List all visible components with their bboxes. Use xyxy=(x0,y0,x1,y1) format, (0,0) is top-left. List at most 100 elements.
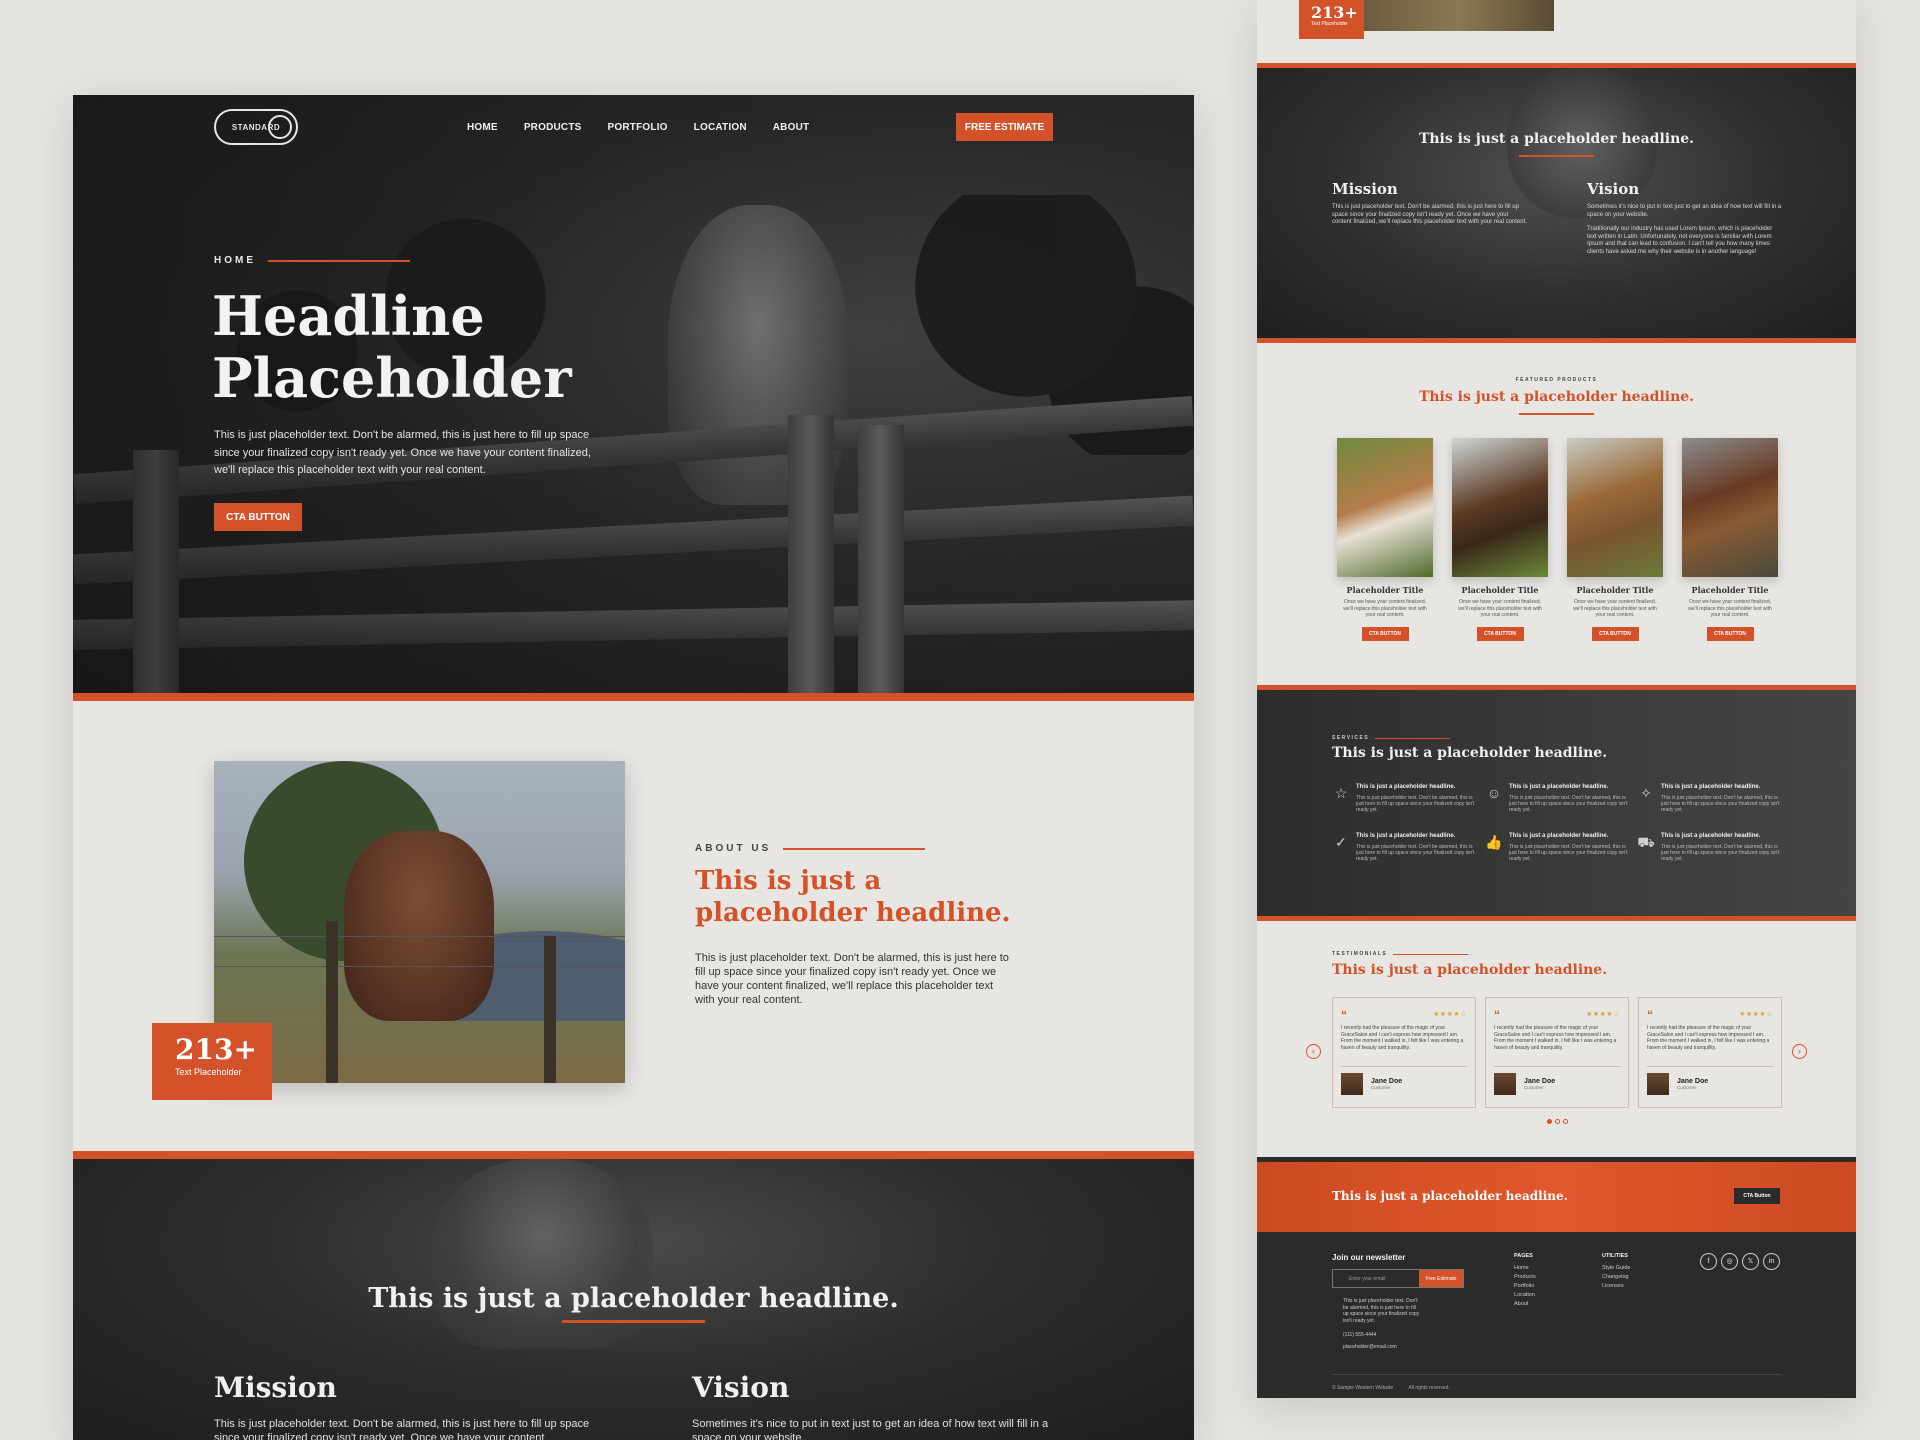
pony-photo xyxy=(1337,438,1433,577)
nav-about[interactable]: ABOUT xyxy=(773,122,810,133)
calf-photo xyxy=(1682,438,1778,577)
footer-pages: PAGES Home Products Portfolio Location A… xyxy=(1514,1253,1536,1309)
hero-eyebrow: HOME xyxy=(214,255,410,266)
carousel-dot[interactable] xyxy=(1555,1119,1560,1124)
mission-vision-section: This is just a placeholder headline. Mis… xyxy=(73,1159,1194,1440)
carousel-dot[interactable] xyxy=(1563,1119,1568,1124)
about-headline: This is just a placeholder headline. xyxy=(695,866,1011,928)
product-title: Placeholder Title xyxy=(1346,585,1424,595)
testimonial-card: “ ★★★★☆ I recently had the pleasure of t… xyxy=(1638,997,1782,1108)
vision-text-small: Sometimes it's nice to put in text just … xyxy=(1587,204,1782,218)
about-snippet: 213+ Text Placeholder xyxy=(1257,0,1856,63)
product-title: Placeholder Title xyxy=(1576,585,1654,595)
service-item: ✧ This is just a placeholder headline. Th… xyxy=(1637,784,1782,813)
vision-text: Sometimes it's nice to put in text just … xyxy=(692,1418,1049,1440)
footer-link[interactable]: Licenses xyxy=(1602,1282,1630,1291)
product-card[interactable]: Placeholder Title Once we have your cont… xyxy=(1682,438,1778,641)
bull-photo xyxy=(214,761,625,1083)
service-item: ☆ This is just a placeholder headline. Th… xyxy=(1332,784,1477,813)
mv-headline-small: This is just a placeholder headline. xyxy=(1418,131,1695,147)
sparkle-icon: ✧ xyxy=(1640,785,1652,801)
product-cta-button[interactable]: CTA BUTTON xyxy=(1706,626,1754,641)
check-badge-icon: ✓ xyxy=(1335,834,1347,850)
newsletter-form: Enter your email Free Estimate xyxy=(1332,1269,1464,1288)
x-twitter-icon[interactable]: 𝕏 xyxy=(1742,1253,1759,1270)
footer-copyright: © Sample Western Website All rights rese… xyxy=(1332,1374,1781,1391)
cow-photo xyxy=(1567,438,1663,577)
section-divider xyxy=(73,1151,1194,1159)
footer-email[interactable]: placeholder@email.com xyxy=(1332,1344,1422,1351)
services-headline: This is just a placeholder headline. xyxy=(1332,745,1608,761)
mv-headline: This is just a placeholder headline. xyxy=(368,1283,899,1314)
avatar xyxy=(1647,1073,1669,1095)
thumbs-up-icon: 👍 xyxy=(1485,834,1503,850)
footer-phone[interactable]: (111) 555-4444 xyxy=(1332,1332,1422,1339)
mission-title: Mission xyxy=(214,1371,337,1404)
product-text: Once we have your content finalized, we'… xyxy=(1573,599,1657,618)
facebook-icon[interactable]: f xyxy=(1700,1253,1717,1270)
email-input[interactable]: Enter your email xyxy=(1333,1270,1419,1287)
service-item: ☺ This is just a placeholder headline. Th… xyxy=(1486,784,1628,813)
avatar xyxy=(1341,1073,1363,1095)
product-cta-button[interactable]: CTA BUTTON xyxy=(1361,626,1409,641)
rating-stars: ★★★★☆ xyxy=(1739,1011,1773,1018)
services-section: SERVICES This is just a placeholder head… xyxy=(1257,690,1856,916)
cta-band-button[interactable]: CTA Button xyxy=(1734,1188,1780,1204)
free-estimate-button[interactable]: FREE ESTIMATE xyxy=(956,113,1053,141)
avatar xyxy=(1494,1073,1516,1095)
footer-link[interactable]: Portfolio xyxy=(1514,1282,1536,1291)
hero-cta-button[interactable]: CTA BUTTON xyxy=(214,503,302,531)
product-text: Once we have your content finalized, we'… xyxy=(1688,599,1772,618)
brand-logo[interactable]: STANDARD xyxy=(214,109,298,145)
nav-home[interactable]: HOME xyxy=(467,122,498,133)
horse-photo xyxy=(1452,438,1548,577)
star-icon: ☆ xyxy=(1334,785,1348,801)
users-icon: ☺ xyxy=(1486,785,1502,801)
product-card[interactable]: Placeholder Title Once we have your cont… xyxy=(1452,438,1548,641)
carousel-prev-icon[interactable]: ‹ xyxy=(1306,1044,1321,1059)
vision-title: Vision xyxy=(692,1371,790,1404)
instagram-icon[interactable]: ◎ xyxy=(1721,1253,1738,1270)
product-card[interactable]: Placeholder Title Once we have your cont… xyxy=(1567,438,1663,641)
site-footer: Join our newsletter Enter your email Fre… xyxy=(1257,1232,1856,1398)
carousel-dots xyxy=(1547,1119,1568,1124)
service-item: ⛟ This is just a placeholder headline. Th… xyxy=(1637,833,1780,862)
cta-band-headline: This is just a placeholder headline. xyxy=(1332,1189,1568,1203)
linkedin-icon[interactable]: in xyxy=(1763,1253,1780,1270)
carousel-dot[interactable] xyxy=(1547,1119,1552,1124)
products-eyebrow: FEATURED PRODUCTS xyxy=(1515,377,1598,383)
nav-portfolio[interactable]: PORTFOLIO xyxy=(608,122,668,133)
rating-stars: ★★★★☆ xyxy=(1586,1011,1620,1018)
about-section: 213+ Text Placeholder ABOUT US This is j… xyxy=(73,701,1194,1151)
footer-link[interactable]: Changelog xyxy=(1602,1273,1630,1282)
footer-link[interactable]: Products xyxy=(1514,1273,1536,1282)
footer-link[interactable]: Style Guide xyxy=(1602,1264,1630,1273)
stat-badge-small: 213+ Text Placeholder xyxy=(1299,0,1364,39)
hero-body: This is just placeholder text. Don't be … xyxy=(214,429,591,476)
service-item: ✓ This is just a placeholder headline. Th… xyxy=(1332,833,1477,862)
footer-link[interactable]: Home xyxy=(1514,1264,1536,1273)
nav-products[interactable]: PRODUCTS xyxy=(524,122,582,133)
footer-link[interactable]: About xyxy=(1514,1300,1536,1309)
product-cta-button[interactable]: CTA BUTTON xyxy=(1591,626,1639,641)
rating-stars: ★★★★☆ xyxy=(1433,1011,1467,1018)
truck-icon: ⛟ xyxy=(1637,834,1655,850)
mission-text: This is just placeholder text. Don't be … xyxy=(214,1418,590,1440)
globe-icon xyxy=(268,115,292,139)
newsletter-title: Join our newsletter xyxy=(1332,1253,1406,1262)
carousel-next-icon[interactable]: › xyxy=(1792,1044,1807,1059)
vision-text-small-2: Traditionally our industry has used Lore… xyxy=(1587,226,1773,255)
subscribe-button[interactable]: Free Estimate xyxy=(1419,1270,1463,1287)
product-card[interactable]: Placeholder Title Once we have your cont… xyxy=(1337,438,1433,641)
footer-link[interactable]: Location xyxy=(1514,1291,1536,1300)
about-eyebrow: ABOUT US xyxy=(695,843,926,854)
testimonials-eyebrow: TESTIMONIALS xyxy=(1332,951,1469,957)
footer-utilities: UTILITIES Style Guide Changelog Licenses xyxy=(1602,1253,1631,1291)
product-title: Placeholder Title xyxy=(1691,585,1769,595)
mission-title-small: Mission xyxy=(1332,180,1398,198)
service-item: 👍 This is just a placeholder headline. Th… xyxy=(1485,833,1628,862)
product-cta-button[interactable]: CTA BUTTON xyxy=(1476,626,1524,641)
products-headline: This is just a placeholder headline. xyxy=(1418,389,1695,405)
nav-location[interactable]: LOCATION xyxy=(694,122,747,133)
hero-eyebrow-text: HOME xyxy=(214,255,256,266)
